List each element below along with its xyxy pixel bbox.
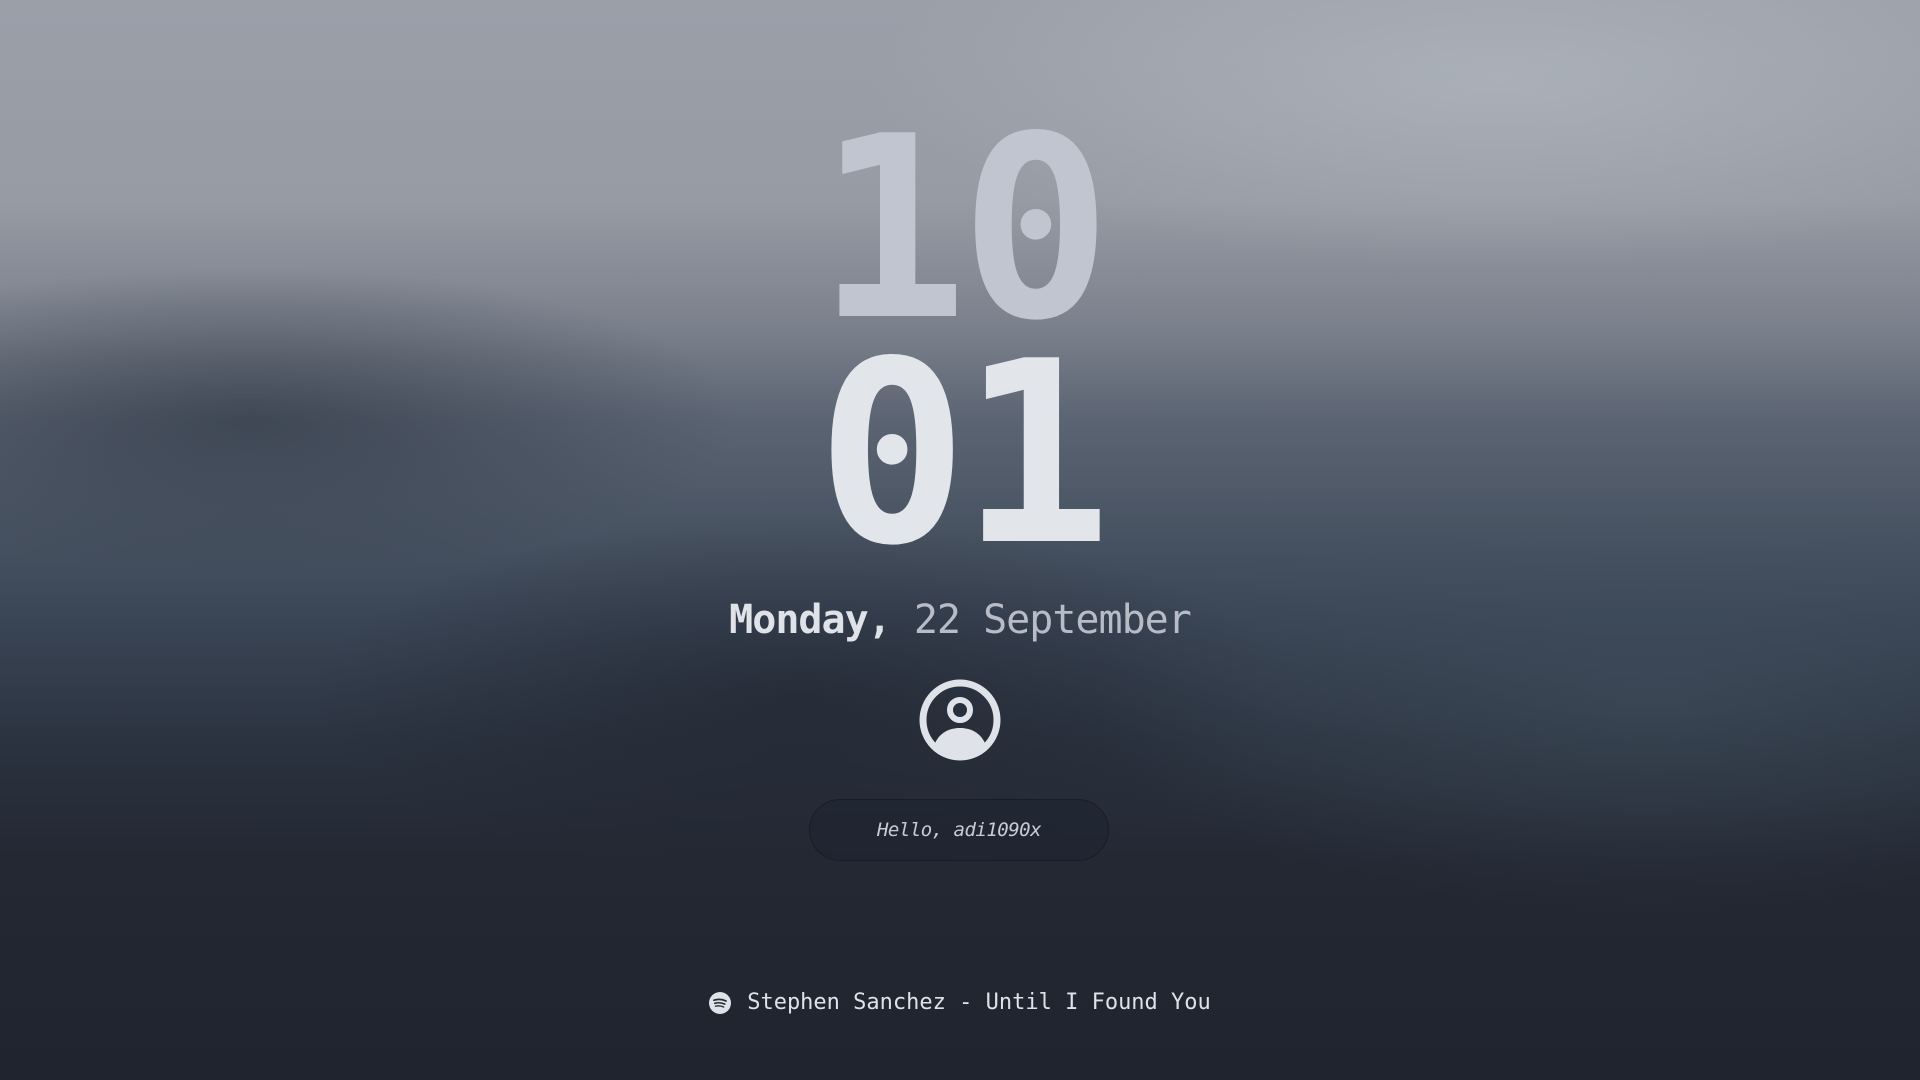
user-avatar (919, 679, 1001, 761)
date-display: Monday, 22 September (0, 596, 1920, 644)
lockscreen: 10 01 Monday, 22 September Hello, adi109… (0, 0, 1920, 1080)
track-title: Stephen Sanchez - Until I Found You (747, 990, 1211, 1015)
clock-minutes: 01 (816, 308, 1111, 601)
clock-hours: 10 (816, 83, 1111, 376)
user-circle-icon (919, 679, 1001, 761)
spotify-icon (709, 991, 732, 1014)
date-weekday: Monday, (729, 597, 892, 643)
greeting-placeholder: Hello, adi1090x (876, 819, 1042, 841)
date-day-month: 22 September (913, 597, 1192, 643)
now-playing: Stephen Sanchez - Until I Found You (0, 990, 1920, 1015)
password-field[interactable]: Hello, adi1090x (809, 799, 1109, 861)
